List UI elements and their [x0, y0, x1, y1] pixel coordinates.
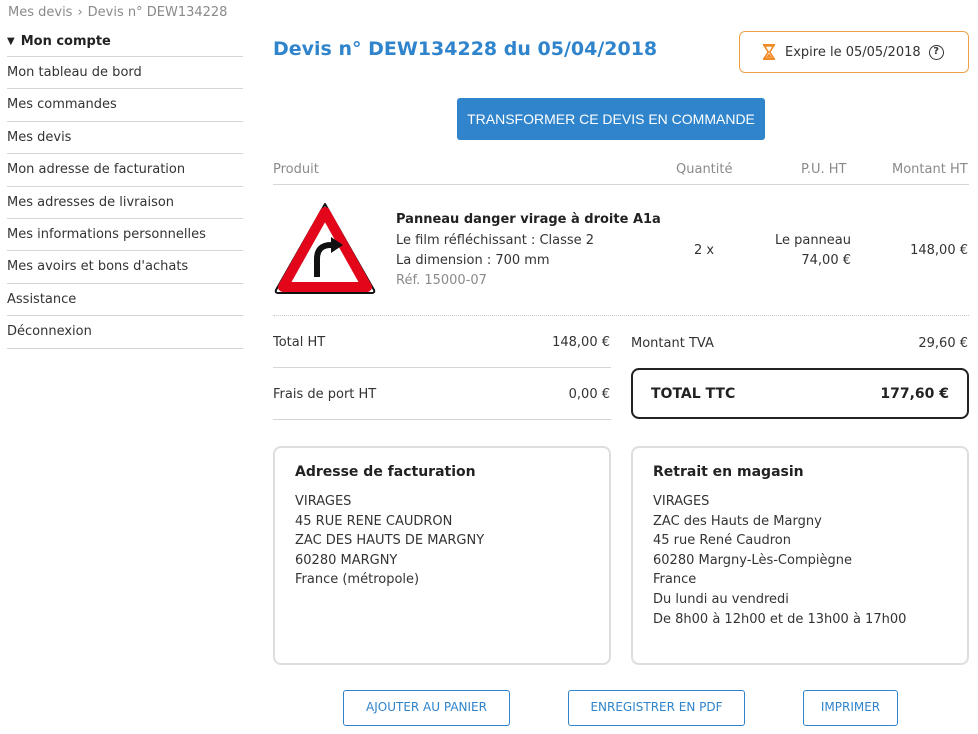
- product-name[interactable]: Panneau danger virage à droite A1a: [396, 212, 661, 227]
- product-unit-label: Le panneau: [774, 233, 851, 248]
- product-dimension-option: La dimension : 700 mm: [396, 253, 550, 268]
- product-unit-price: 74,00 €: [801, 253, 851, 268]
- billing-address-line: 60280 MARGNY: [295, 552, 398, 568]
- total-ht-value: 148,00 €: [552, 335, 610, 350]
- billing-address-line: France (métropole): [295, 572, 420, 588]
- sidebar-item-logout[interactable]: Déconnexion: [7, 316, 243, 349]
- triangle-down-icon: ▼: [7, 35, 15, 47]
- sidebar-item-shipping-addresses[interactable]: Mes adresses de livraison: [7, 187, 243, 219]
- expiry-text: Expire le 05/05/2018: [785, 44, 921, 60]
- save-pdf-button[interactable]: ENREGISTRER EN PDF: [568, 690, 745, 726]
- column-header-amount: Montant HT: [892, 162, 968, 177]
- product-reference: Réf. 15000-07: [396, 273, 487, 288]
- product-amount: 148,00 €: [910, 243, 968, 258]
- store-pickup-line: France: [653, 572, 697, 588]
- store-pickup-line: Du lundi au vendredi: [653, 591, 789, 607]
- sidebar-item-personal-info[interactable]: Mes informations personnelles: [7, 219, 243, 252]
- billing-address-line: VIRAGES: [295, 494, 352, 509]
- total-ttc-value: 177,60 €: [880, 385, 949, 402]
- store-pickup-line: ZAC des Hauts de Margny: [653, 513, 822, 529]
- header-divider: [273, 184, 969, 185]
- tva-label: Montant TVA: [631, 336, 714, 351]
- breadcrumb-separator: ›: [77, 5, 83, 20]
- breadcrumb-parent-link[interactable]: Mes devis: [8, 5, 72, 20]
- store-pickup-line: VIRAGES: [653, 494, 710, 509]
- help-icon[interactable]: ?: [928, 44, 944, 60]
- store-pickup-line: 45 rue René Caudron: [653, 533, 791, 549]
- billing-address-line: ZAC DES HAUTS DE MARGNY: [295, 533, 485, 549]
- totals-divider: [273, 367, 611, 368]
- product-film-option: Le film réfléchissant : Classe 2: [396, 233, 595, 248]
- billing-address-title: Adresse de facturation: [295, 464, 476, 480]
- column-header-unit-price: P.U. HT: [801, 162, 847, 177]
- breadcrumb: Mes devis › Devis n° DEW134228: [8, 5, 227, 20]
- total-ttc-box: TOTAL TTC 177,60 €: [631, 368, 969, 419]
- store-pickup-line: 60280 Margny-Lès-Compiègne: [653, 552, 852, 568]
- sidebar-item-quotes[interactable]: Mes devis: [7, 122, 243, 155]
- totals-divider: [273, 419, 611, 420]
- billing-address-card: Adresse de facturation VIRAGES 45 RUE RE…: [273, 446, 611, 665]
- warning-curve-right-sign-image: [273, 201, 377, 295]
- sidebar-heading[interactable]: ▼ Mon compte: [7, 27, 243, 57]
- shipping-value: 0,00 €: [568, 387, 610, 402]
- sidebar-item-dashboard[interactable]: Mon tableau de bord: [7, 57, 243, 90]
- sidebar-item-credits-vouchers[interactable]: Mes avoirs et bons d'achats: [7, 251, 243, 284]
- sidebar-item-support[interactable]: Assistance: [7, 284, 243, 317]
- sidebar-item-billing-address[interactable]: Mon adresse de facturation: [7, 154, 243, 187]
- breadcrumb-current: Devis n° DEW134228: [87, 5, 228, 20]
- total-ht-label: Total HT: [273, 335, 326, 350]
- column-header-quantity: Quantité: [676, 162, 733, 177]
- hourglass-icon: [762, 44, 776, 60]
- sidebar-item-orders[interactable]: Mes commandes: [7, 89, 243, 122]
- account-sidebar: ▼ Mon compte Mon tableau de bord Mes com…: [7, 27, 243, 349]
- page-title: Devis n° DEW134228 du 05/04/2018: [273, 38, 658, 60]
- store-pickup-line: De 8h00 à 12h00 et de 13h00 à 17h00: [653, 611, 907, 627]
- convert-to-order-button[interactable]: TRANSFORMER CE DEVIS EN COMMANDE: [457, 98, 765, 140]
- store-pickup-card: Retrait en magasin VIRAGES ZAC des Hauts…: [631, 446, 969, 665]
- column-header-product: Produit: [273, 162, 319, 177]
- total-ttc-label: TOTAL TTC: [651, 385, 736, 402]
- expiry-badge: Expire le 05/05/2018 ?: [739, 31, 969, 73]
- billing-address-line: 45 RUE RENE CAUDRON: [295, 513, 453, 529]
- row-divider: [273, 315, 969, 316]
- add-to-cart-button[interactable]: AJOUTER AU PANIER: [343, 690, 510, 726]
- tva-value: 29,60 €: [918, 336, 968, 351]
- shipping-label: Frais de port HT: [273, 387, 377, 402]
- print-button[interactable]: IMPRIMER: [803, 690, 898, 726]
- sidebar-heading-label: Mon compte: [20, 33, 111, 49]
- store-pickup-title: Retrait en magasin: [653, 464, 804, 480]
- product-quantity: 2 x: [694, 243, 715, 258]
